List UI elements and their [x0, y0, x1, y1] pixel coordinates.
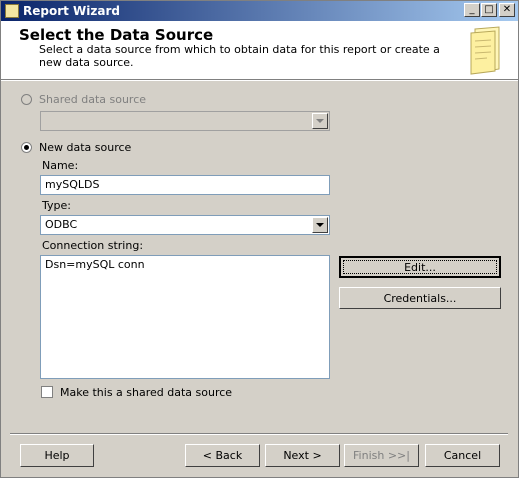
connection-string-label: Connection string: — [42, 239, 144, 252]
type-dropdown-arrow-icon[interactable] — [312, 217, 328, 233]
new-source-label: New data source — [39, 141, 132, 154]
maximize-button[interactable]: □ — [481, 3, 497, 17]
name-input[interactable]: mySQLDS — [40, 175, 330, 195]
shared-source-label: Shared data source — [39, 93, 147, 106]
type-select[interactable]: ODBC — [40, 215, 330, 235]
wizard-page-icon — [470, 26, 500, 75]
close-button[interactable]: ✕ — [499, 3, 515, 17]
shared-checkbox[interactable] — [41, 386, 53, 398]
edit-button[interactable]: Edit... — [339, 256, 501, 278]
shared-source-dropdown-arrow-icon[interactable] — [312, 113, 328, 129]
new-source-radio[interactable] — [21, 142, 32, 153]
header-divider — [1, 80, 518, 81]
shared-source-dropdown[interactable] — [40, 111, 330, 131]
shared-source-radio[interactable] — [21, 94, 32, 105]
credentials-button[interactable]: Credentials... — [339, 287, 501, 309]
type-label: Type: — [42, 199, 71, 212]
next-button[interactable]: Next > — [265, 444, 340, 467]
minimize-button[interactable]: _ — [464, 3, 480, 17]
cancel-button[interactable]: Cancel — [425, 444, 500, 467]
back-button[interactable]: < Back — [185, 444, 260, 467]
shared-checkbox-label: Make this a shared data source — [60, 386, 233, 399]
wizard-header: Select the Data Source Select a data sou… — [1, 21, 518, 80]
name-label: Name: — [42, 159, 79, 172]
footer-divider-highlight — [10, 434, 508, 435]
page-title: Select the Data Source — [19, 26, 214, 44]
title-bar: Report Wizard _ □ ✕ — [1, 1, 518, 21]
help-button[interactable]: Help — [20, 444, 94, 467]
page-subtitle: Select a data source from which to obtai… — [39, 43, 440, 69]
window-title: Report Wizard — [23, 4, 120, 18]
connection-string-textarea[interactable]: Dsn=mySQL conn — [40, 255, 330, 379]
radio-dot-icon — [24, 145, 29, 150]
report-wizard-window: Report Wizard _ □ ✕ Select the Data Sour… — [0, 0, 519, 478]
finish-button[interactable]: Finish >>| — [344, 444, 419, 467]
app-icon — [5, 4, 19, 18]
